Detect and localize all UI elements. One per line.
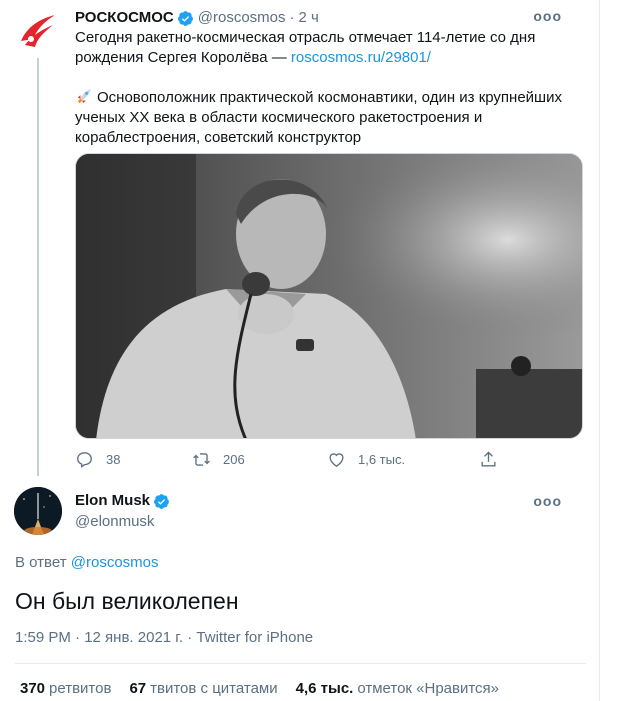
tweet-text-prefix: рождения Сергея Королёва — <box>75 49 291 66</box>
tweet-actions: 38 206 1,6 тыс. <box>75 450 505 470</box>
korolev-photo <box>76 154 582 438</box>
retweets-stat[interactable]: 370 ретвитов <box>20 680 111 697</box>
tweet-photo[interactable] <box>75 153 583 439</box>
like-count: 1,6 тыс. <box>358 452 406 467</box>
share-button[interactable] <box>479 450 510 469</box>
separator-dot: · <box>289 9 295 26</box>
share-icon <box>481 451 496 467</box>
reply-author-handle[interactable]: @elonmusk <box>75 512 174 532</box>
likes-label: отметок «Нравится» <box>357 680 500 697</box>
reply-to-handle[interactable]: @roscosmos <box>71 554 159 571</box>
tweet-thread: ooo РОСКОСМОС @roscosmos · 2 ч Сегодня р… <box>0 0 600 701</box>
likes-value: 4,6 тыс. <box>295 680 354 697</box>
verified-icon <box>154 493 169 509</box>
verified-icon <box>177 10 193 26</box>
roscosmos-logo-icon <box>21 15 55 47</box>
tweet-text-line: ученых XX века в области космического ра… <box>75 109 483 126</box>
reply-to-line: В ответ @roscosmos <box>15 554 159 571</box>
reply-count: 38 <box>106 452 121 467</box>
reply-icon <box>77 452 92 468</box>
rocket-emoji-icon <box>77 88 92 104</box>
reply-button[interactable]: 38 <box>75 450 120 469</box>
quotes-label: твитов с цитатами <box>150 680 278 697</box>
retweet-button[interactable]: 206 <box>192 450 245 469</box>
tweet-roscosmos[interactable]: РОСКОСМОС @roscosmos · 2 ч Сегодня ракет… <box>75 8 585 148</box>
tweet-time[interactable]: 2 ч <box>299 8 319 28</box>
author-handle[interactable]: @roscosmos <box>198 8 286 28</box>
like-button[interactable]: 1,6 тыс. <box>327 450 405 469</box>
thread-connector <box>37 58 39 476</box>
tweet-text-line: Основоположник практической космонавтики… <box>75 88 585 108</box>
tweet-text-para2: Основоположник практической космонавтики… <box>97 89 562 106</box>
divider <box>15 663 586 664</box>
quotes-stat[interactable]: 67 твитов с цитатами <box>129 680 277 697</box>
retweets-value: 370 <box>20 680 46 697</box>
reply-header: Elon Musk @elonmusk <box>75 491 174 532</box>
reply-text: Он был великолепен <box>15 588 239 614</box>
like-icon <box>329 453 344 468</box>
likes-stat[interactable]: 4,6 тыс. отметок «Нравится» <box>296 680 499 697</box>
tweet-text-line: рождения Сергея Королёва — roscosmos.ru/… <box>75 48 585 68</box>
more-icon[interactable]: ooo <box>533 493 562 509</box>
retweet-icon <box>193 453 210 466</box>
reply-to-prefix: В ответ <box>15 554 71 571</box>
author-name[interactable]: РОСКОСМОС <box>75 8 174 28</box>
reply-name-row: Elon Musk <box>75 491 174 511</box>
reply-author-name[interactable]: Elon Musk <box>75 491 150 511</box>
roscosmos-avatar[interactable] <box>14 8 60 54</box>
reply-meta[interactable]: 1:59 PM · 12 янв. 2021 г. · Twitter for … <box>15 629 313 646</box>
tweet-text-line: Сегодня ракетно-космическая отрасль отме… <box>75 29 536 46</box>
elonmusk-avatar[interactable] <box>14 487 62 535</box>
tweet-text: Сегодня ракетно-космическая отрасль отме… <box>75 28 585 148</box>
retweets-label: ретвитов <box>49 680 112 697</box>
tweet-link[interactable]: roscosmos.ru/29801/ <box>291 49 431 66</box>
retweet-count: 206 <box>223 452 245 467</box>
reply-stats: 370 ретвитов 67 твитов с цитатами 4,6 тыс.… <box>20 680 517 697</box>
tweet-text-line: кораблестроения, советский конструктор <box>75 129 362 146</box>
quotes-value: 67 <box>129 680 147 697</box>
tweet-header: РОСКОСМОС @roscosmos · 2 ч <box>75 8 585 28</box>
rocket-launch-avatar <box>14 487 62 535</box>
